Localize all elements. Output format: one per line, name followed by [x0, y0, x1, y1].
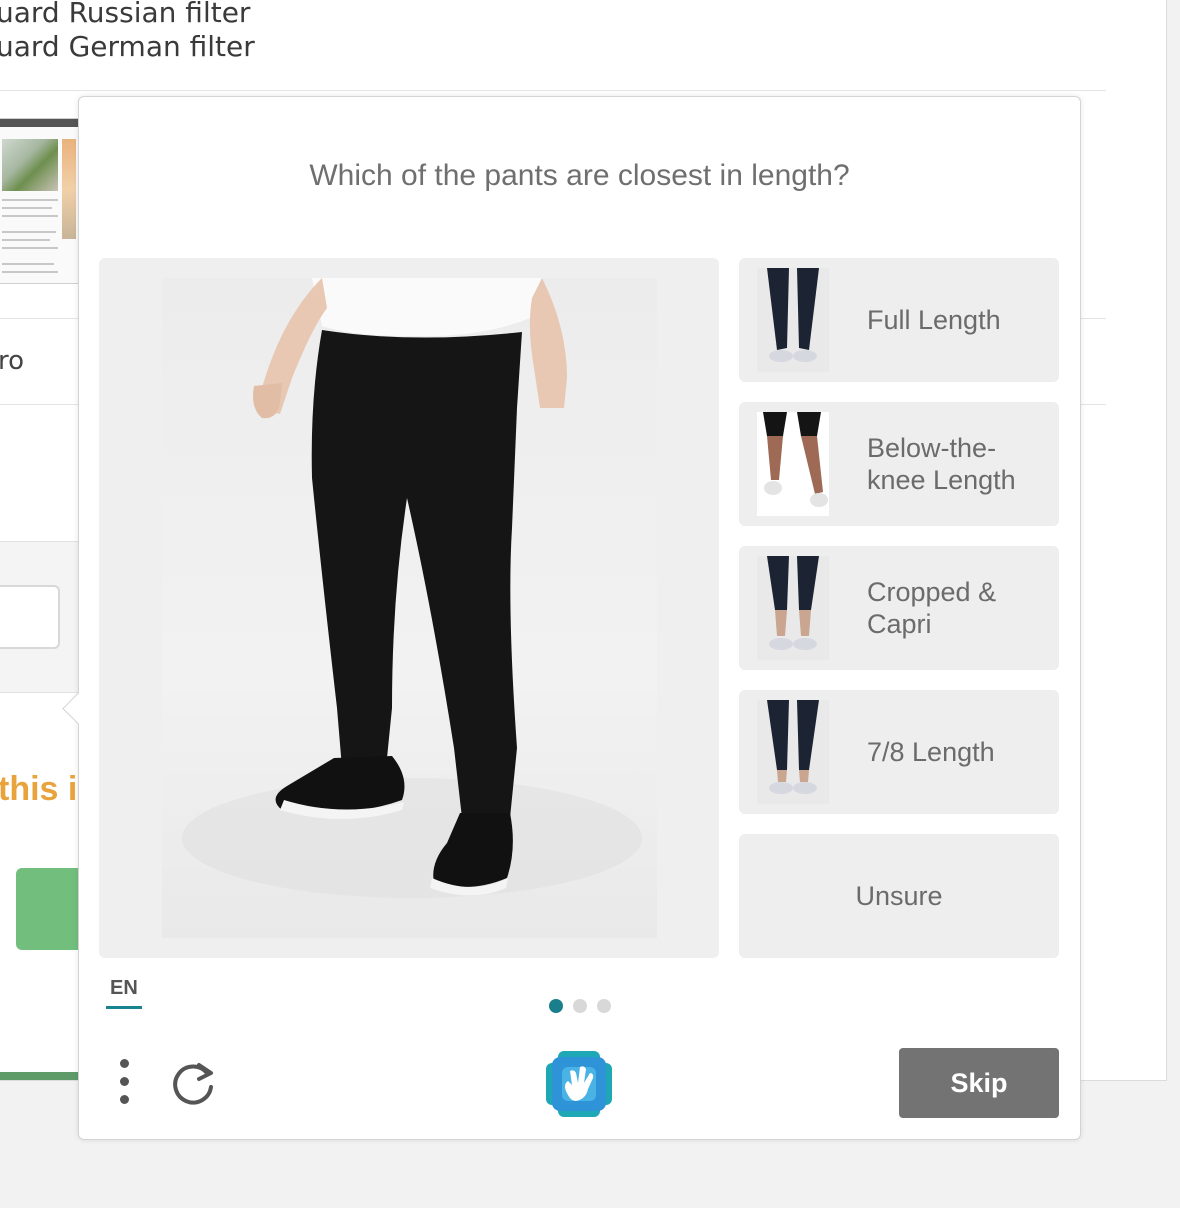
seven-eighths-thumbnail — [757, 700, 829, 804]
option-cropped-capri[interactable]: Cropped & Capri — [739, 546, 1059, 670]
background-filter-german: uard German filter — [0, 30, 255, 63]
captcha-challenge-dialog: Which of the pants are closest in length… — [62, 96, 1081, 1140]
option-label: Below-the-knee Length — [867, 433, 1016, 495]
skip-button[interactable]: Skip — [899, 1048, 1059, 1118]
background-partial-text: ro — [0, 346, 25, 376]
divider — [0, 90, 1106, 91]
cropped-capri-thumbnail — [757, 556, 829, 660]
more-options-menu-icon[interactable] — [109, 1057, 139, 1113]
background-filter-russian: uard Russian filter — [0, 0, 251, 29]
pagination-dots — [549, 999, 611, 1013]
below-knee-pants-thumbnail — [757, 412, 829, 516]
option-label: Unsure — [855, 881, 943, 911]
option-below-the-knee-length[interactable]: Below-the-knee Length — [739, 402, 1059, 526]
option-label: Full Length — [867, 305, 1001, 335]
option-full-length[interactable]: Full Length — [739, 258, 1059, 382]
hcaptcha-logo-icon[interactable] — [546, 1051, 612, 1117]
full-length-pants-thumbnail — [757, 268, 829, 372]
option-seven-eighths-length[interactable]: 7/8 Length — [739, 690, 1059, 814]
pagination-dot-active — [549, 999, 563, 1013]
option-label: Cropped & Capri — [867, 577, 997, 639]
background-input-field[interactable] — [0, 585, 60, 649]
option-unsure[interactable]: Unsure — [739, 834, 1059, 958]
pants-photo — [162, 278, 657, 938]
challenge-image-panel — [99, 258, 719, 958]
refresh-icon[interactable] — [169, 1059, 219, 1109]
language-selector[interactable]: EN — [106, 977, 142, 1009]
background-green-button[interactable] — [16, 868, 86, 950]
challenge-question: Which of the pants are closest in length… — [309, 159, 850, 192]
background-green-bar — [0, 1072, 80, 1080]
pagination-dot — [573, 999, 587, 1013]
background-orange-text: this i — [0, 770, 78, 808]
pagination-dot — [597, 999, 611, 1013]
background-page-thumbnail — [0, 118, 79, 284]
option-label: 7/8 Length — [867, 737, 995, 767]
